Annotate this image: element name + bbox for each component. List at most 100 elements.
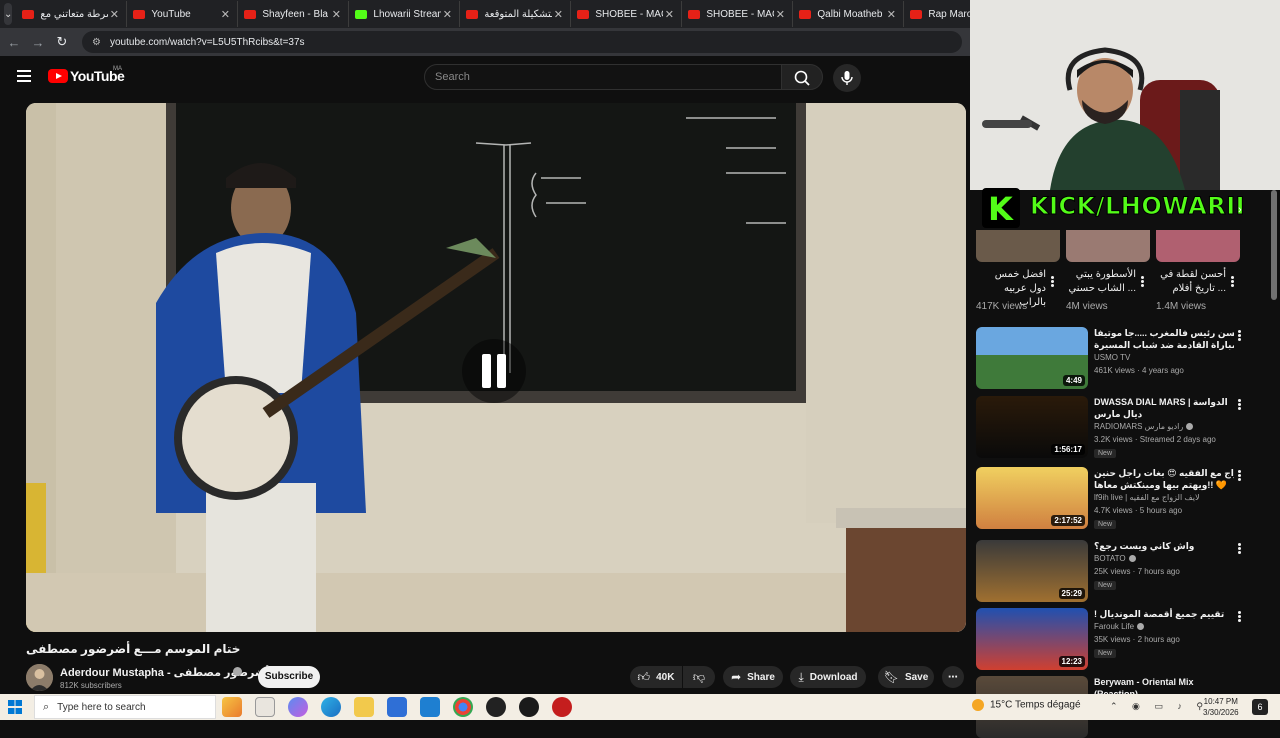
pause-icon[interactable] — [462, 339, 526, 403]
copilot-icon[interactable] — [288, 697, 308, 717]
youtube-icon — [688, 9, 701, 19]
download-button[interactable]: ⤓ Download — [790, 666, 866, 688]
thumbs-up-icon: 👍︎ — [637, 669, 651, 684]
save-button[interactable]: 🔖︎ Save — [878, 666, 934, 688]
more-options-icon[interactable] — [1237, 611, 1241, 623]
video-title-line2[interactable]: ديال مارس — [1094, 408, 1234, 420]
close-icon[interactable]: ✕ — [108, 8, 120, 21]
video-duration: 25:29 — [1058, 588, 1085, 599]
forward-icon[interactable]: → — [26, 35, 50, 50]
chrome-icon[interactable] — [453, 697, 473, 717]
scrollbar[interactable] — [1271, 190, 1277, 300]
channel-name[interactable]: Farouk Life — [1094, 622, 1145, 631]
more-options-icon[interactable] — [1140, 276, 1144, 288]
more-options-icon[interactable] — [1237, 543, 1241, 555]
tab-title: Lhowarii Stream - — [373, 8, 441, 20]
short-thumbnail[interactable] — [1066, 230, 1150, 262]
video-player[interactable] — [26, 103, 966, 632]
video-thumbnail[interactable]: 25:29 — [976, 540, 1088, 602]
browser-tab[interactable]: YouTube ✕ — [127, 1, 239, 27]
browser-tab[interactable]: SHOBEE - MACHI✕ — [682, 1, 794, 27]
browser-tab[interactable]: الشرطة متعاتني مع✕ — [16, 1, 128, 27]
browser-tab[interactable]: SHOBEE - MACHI✕ — [571, 1, 683, 27]
share-button[interactable]: ➦ Share — [723, 666, 783, 688]
browser-toolbar: ← → ↻ ⚙ youtube.com/watch?v=L5U5ThRcibs&… — [0, 28, 970, 56]
close-icon[interactable]: ✕ — [663, 8, 675, 21]
like-button[interactable]: 👍︎ 40K — [630, 666, 682, 688]
system-tray[interactable]: ⌃ ◉ ▭ ♪ ⚲ — [1110, 701, 1209, 712]
windows-start-icon[interactable] — [8, 700, 30, 714]
video-title[interactable]: Berywam - Oriental Mix — [1094, 676, 1234, 688]
task-view-icon[interactable] — [255, 697, 275, 717]
voice-search-button[interactable] — [833, 64, 861, 92]
channel-name[interactable]: BOTATO — [1094, 554, 1136, 563]
video-thumbnail[interactable]: 2:17:52 — [976, 467, 1088, 529]
outlook-icon[interactable] — [420, 697, 440, 717]
short-title[interactable]: أحسن لقطة في ... تاريخ أفلام — [1156, 268, 1226, 296]
more-options-icon[interactable] — [1237, 399, 1241, 411]
video-meta: 25K views · 7 hours ago — [1094, 567, 1180, 576]
browser-tab[interactable]: Lhowarii Stream -✕ — [349, 1, 461, 27]
video-thumbnail[interactable]: 1:56:17 — [976, 396, 1088, 458]
app-icon[interactable] — [552, 697, 572, 717]
youtube-logo-icon[interactable] — [48, 69, 68, 83]
close-icon[interactable]: ✕ — [330, 8, 342, 21]
video-title[interactable]: برنامج الزواج مع الفقيه 😍 بغات راجل حنين — [1094, 467, 1234, 479]
subscribe-button[interactable]: Subscribe — [258, 666, 320, 688]
close-icon[interactable]: ✕ — [552, 8, 564, 21]
reload-icon[interactable]: ↻ — [50, 34, 74, 50]
weather-widget[interactable]: 15°C Temps dégagé — [972, 699, 1081, 711]
taskbar-search-placeholder: Type here to search — [57, 701, 146, 713]
close-icon[interactable]: ✕ — [774, 8, 786, 21]
short-thumbnail[interactable] — [1156, 230, 1240, 262]
more-options-icon[interactable] — [1050, 276, 1054, 288]
chevron-right-icon[interactable]: › — [1238, 204, 1242, 216]
more-options-icon[interactable] — [1237, 330, 1241, 342]
address-bar[interactable]: ⚙ youtube.com/watch?v=L5U5ThRcibs&t=37s — [82, 31, 962, 53]
file-explorer-icon[interactable] — [354, 697, 374, 717]
verified-badge-icon — [233, 667, 242, 676]
search-input[interactable]: Search — [424, 64, 782, 90]
channel-name[interactable]: lf9ih live | لايف الزواج مع الفقيه — [1094, 493, 1200, 502]
browser-tab[interactable]: Shayfeen - Bla M✕ — [238, 1, 350, 27]
search-button[interactable] — [781, 64, 823, 90]
widgets-icon[interactable] — [222, 697, 242, 717]
menu-icon[interactable] — [17, 70, 31, 82]
more-actions-button[interactable]: ⋯ — [942, 666, 964, 688]
browser-tab[interactable]: التشكيلة المتوقعة ✕ — [460, 1, 572, 27]
close-icon[interactable]: ✕ — [219, 8, 231, 21]
back-icon[interactable]: ← — [2, 35, 26, 50]
video-title-line2[interactable]: اللاعبة المباراة القادمة ضد شباب المسيرة — [1094, 339, 1234, 351]
taskbar-search-input[interactable]: ⌕ Type here to search — [34, 695, 216, 719]
channel-avatar[interactable] — [26, 664, 53, 691]
site-info-icon[interactable]: ⚙ — [92, 37, 104, 48]
channel-name[interactable]: RADIOMARS راديو مارس — [1094, 422, 1194, 431]
video-title: ختام الموسم مـــع أضرضور مصطفى — [26, 642, 241, 656]
more-options-icon[interactable] — [1230, 276, 1234, 288]
video-title[interactable]: واش كاني ويست رجع؟ — [1094, 540, 1234, 552]
close-icon[interactable]: ✕ — [885, 8, 897, 21]
close-icon[interactable]: ✕ — [441, 8, 453, 21]
dislike-button[interactable]: 👎︎ — [683, 666, 715, 688]
channel-name[interactable]: USMO TV — [1094, 353, 1130, 362]
more-options-icon[interactable] — [1237, 470, 1241, 482]
video-title-line2[interactable]: ويهتم بيها ومينكتش معاها!! 🧡 — [1094, 479, 1234, 491]
video-title[interactable]: سي جلال أحسن رئيس فالمغرب .....جا موتيفا — [1094, 327, 1234, 339]
video-title[interactable]: DWASSA DIAL MARS | الدواسة — [1094, 396, 1234, 408]
youtube-icon — [22, 9, 35, 19]
video-thumbnail[interactable]: 4:49 — [976, 327, 1088, 389]
short-views: 1.4M views — [1156, 301, 1207, 312]
capcut-icon[interactable] — [519, 697, 539, 717]
tab-search-dropdown-icon[interactable]: ⌄ — [4, 3, 13, 25]
video-thumbnail[interactable]: 12:23 — [976, 608, 1088, 670]
short-title[interactable]: الأسطورة يبتي ... الشاب حسني — [1066, 268, 1136, 296]
notification-badge[interactable]: 6 — [1252, 699, 1268, 715]
store-icon[interactable] — [387, 697, 407, 717]
clock[interactable]: 10:47 PM 3/30/2026 — [1203, 696, 1239, 718]
short-thumbnail[interactable] — [976, 230, 1060, 262]
video-title[interactable]: ! تقييم جميع أقمصة المونديال — [1094, 608, 1234, 620]
browser-tab[interactable]: Qalbi Moatheb ✕ — [793, 1, 905, 27]
edge-icon[interactable] — [321, 697, 341, 717]
obs-icon[interactable] — [486, 697, 506, 717]
short-views: 4M views — [1066, 301, 1108, 312]
